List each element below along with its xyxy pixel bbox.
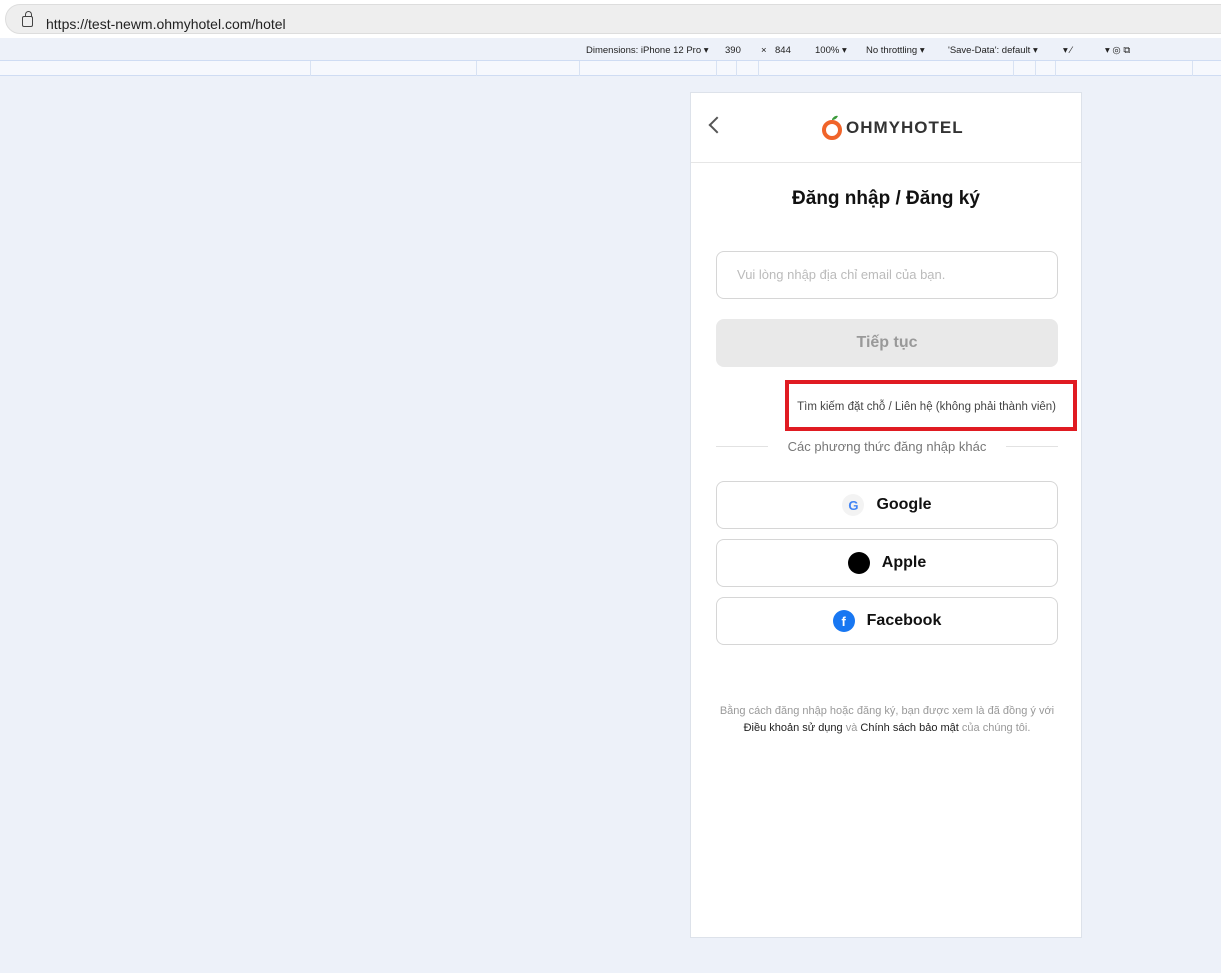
facebook-label: Facebook: [866, 612, 942, 629]
dimensions-select[interactable]: Dimensions: iPhone 12 Pro ▾: [586, 45, 709, 56]
mobile-viewport: OHMYHOTEL Đăng nhập / Đăng ký Vui lòng n…: [690, 92, 1082, 938]
logo[interactable]: OHMYHOTEL: [821, 115, 964, 141]
address-bar[interactable]: https://test-newm.ohmyhotel.com/hotel: [5, 4, 1221, 34]
legal-text: Bằng cách đăng nhập hoặc đăng ký, bạn đư…: [719, 705, 1055, 717]
media-query-ruler: [0, 61, 1221, 76]
zoom-label: 100%: [815, 45, 840, 56]
other-methods-divider: Các phương thức đăng nhập khác: [716, 439, 1059, 454]
device-toolbar: Dimensions: iPhone 12 Pro ▾ 390 × 844 10…: [0, 38, 1221, 61]
apple-label: Apple: [881, 554, 927, 571]
continue-button[interactable]: Tiếp tục: [716, 319, 1058, 367]
legal-and: và: [842, 722, 861, 734]
page-title: Đăng nhập / Đăng ký: [792, 188, 980, 209]
facebook-icon: f: [832, 610, 855, 632]
url-text[interactable]: https://test-newm.ohmyhotel.com/hotel: [46, 16, 286, 32]
zoom-select[interactable]: 100% ▾: [815, 45, 847, 56]
times-sign: ×: [761, 45, 767, 56]
save-data-select[interactable]: 'Save-Data': default ▾: [948, 45, 1038, 56]
height-input[interactable]: 844: [775, 45, 791, 56]
header: OHMYHOTEL: [691, 93, 1081, 163]
width-input[interactable]: 390: [725, 45, 741, 56]
browser-toolbar: https://test-newm.ohmyhotel.com/hotel: [0, 0, 1221, 38]
sensors-icon[interactable]: ▾ ◎ ⧉: [1105, 45, 1130, 56]
apple-icon: [847, 552, 870, 574]
more-options-icon[interactable]: ▾ ⁄: [1063, 45, 1072, 56]
google-login-button[interactable]: G Google: [716, 481, 1058, 529]
facebook-login-button[interactable]: f Facebook: [716, 597, 1058, 645]
back-arrow-icon[interactable]: [708, 116, 726, 134]
dimensions-label: Dimensions: iPhone 12 Pro: [586, 45, 702, 56]
privacy-link[interactable]: Chính sách bảo mật: [860, 722, 958, 734]
throttling-select[interactable]: No throttling ▾: [866, 45, 925, 56]
orange-logo-icon: [822, 115, 842, 140]
legal-notice: Bằng cách đăng nhập hoặc đăng ký, bạn đư…: [711, 703, 1063, 737]
throttling-label: No throttling: [866, 45, 918, 56]
apple-login-button[interactable]: Apple: [716, 539, 1058, 587]
other-methods-label: Các phương thức đăng nhập khác: [787, 439, 987, 454]
google-icon: G: [842, 494, 865, 516]
logo-text: OHMYHOTEL: [846, 118, 964, 137]
email-input[interactable]: Vui lòng nhập địa chỉ email của bạn.: [716, 251, 1058, 299]
terms-link[interactable]: Điều khoản sử dụng: [744, 722, 843, 734]
lock-icon: [22, 11, 33, 27]
google-label: Google: [876, 496, 932, 513]
legal-tail: của chúng tôi.: [958, 722, 1031, 734]
guest-booking-link[interactable]: Tìm kiếm đặt chỗ / Liên hệ (không phải t…: [797, 401, 1056, 413]
save-data-label: 'Save-Data': default: [948, 45, 1031, 56]
